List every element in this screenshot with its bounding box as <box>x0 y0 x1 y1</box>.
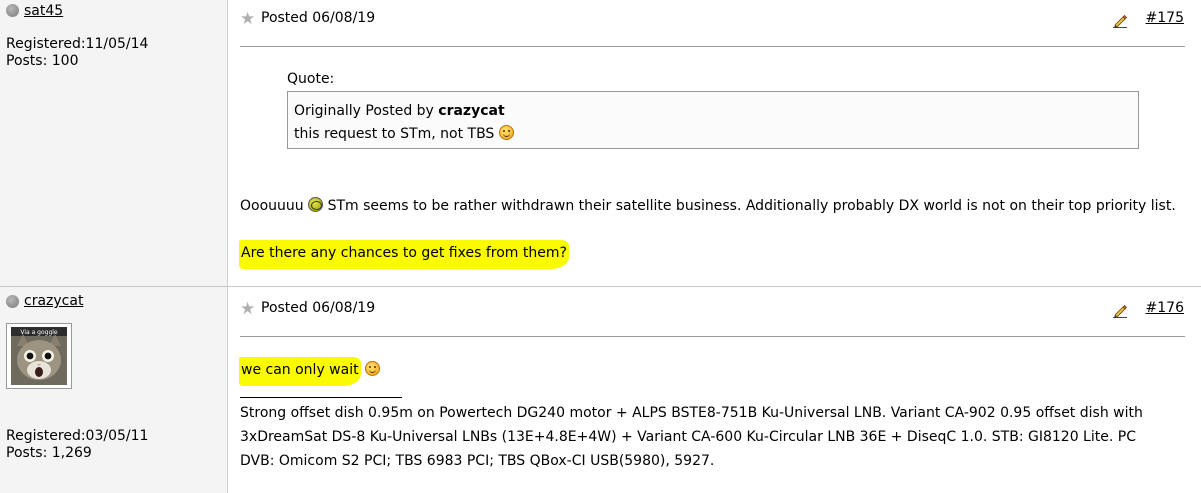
cat-avatar-image: Via a goggle <box>7 324 71 388</box>
post-content: ★ Posted 06/08/19 #175 Quote: Originally… <box>228 0 1201 286</box>
body-lead: Ooouuuu <box>240 198 304 214</box>
post-body-line: Ooouuuu STm seems to be rather withdrawn… <box>240 195 1176 218</box>
quote-author: crazycat <box>438 103 505 119</box>
post-body-question: Are there any chances to get fixes from … <box>239 240 569 269</box>
username-link[interactable]: crazycat <box>24 293 83 309</box>
edit-pencil-icon[interactable] <box>1112 302 1128 318</box>
user-meta: Registered:11/05/14 Posts: 100 <box>6 36 148 70</box>
quote-attribution: Originally Posted by crazycat <box>294 100 1132 123</box>
user-sidebar: sat45 Registered:11/05/14 Posts: 100 <box>0 0 228 286</box>
post-content: ★ Posted 06/08/19 #176 we can only wait … <box>228 287 1201 493</box>
post-176: crazycat Via a goggle Registered:03/05/1 <box>0 286 1201 493</box>
post-number-link[interactable]: #175 <box>1146 10 1184 26</box>
username-link[interactable]: sat45 <box>24 3 63 19</box>
registered-date: Registered:11/05/14 <box>6 36 149 52</box>
offline-status-icon <box>6 295 19 308</box>
post-count: Posts: 1,269 <box>6 445 92 461</box>
signature-divider <box>240 397 402 398</box>
post-body-line: we can only wait <box>239 357 381 386</box>
quote-prefix: Originally Posted by <box>294 103 439 119</box>
quote-text-line: this request to STm, not TBS <box>294 123 1132 146</box>
quote-label: Quote: <box>287 71 335 87</box>
signature: Strong offset dish 0.95m on Powertech DG… <box>240 401 1190 473</box>
posted-date: Posted 06/08/19 <box>261 10 376 26</box>
user-sidebar: crazycat Via a goggle Registered:03/05/1 <box>0 287 228 493</box>
highlighted-question: Are there any chances to get fixes from … <box>239 240 569 269</box>
quote-box: Originally Posted by crazycat this reque… <box>287 91 1139 149</box>
avatar-caption: Via a goggle <box>20 329 58 336</box>
highlighted-reply: we can only wait <box>239 357 361 386</box>
star-icon: ★ <box>240 299 256 319</box>
header-divider <box>240 46 1185 47</box>
body-main: STm seems to be rather withdrawn their s… <box>327 198 1176 214</box>
post-header: ★ Posted 06/08/19 #176 <box>240 298 1184 322</box>
smile-icon <box>498 125 514 140</box>
user-meta: Registered:03/05/11 Posts: 1,269 <box>6 428 148 462</box>
signature-line-1: Strong offset dish 0.95m on Powertech DG… <box>240 405 1143 421</box>
posted-date: Posted 06/08/19 <box>261 300 376 316</box>
dizzy-icon <box>308 197 324 212</box>
star-icon: ★ <box>240 9 256 29</box>
header-divider <box>240 336 1185 337</box>
avatar[interactable]: Via a goggle <box>6 323 72 389</box>
offline-status-icon <box>6 4 19 17</box>
registered-date: Registered:03/05/11 <box>6 428 149 444</box>
edit-pencil-icon[interactable] <box>1112 12 1128 28</box>
smile-icon <box>365 361 381 376</box>
post-header: ★ Posted 06/08/19 #175 <box>240 8 1184 32</box>
post-175: sat45 Registered:11/05/14 Posts: 100 ★ P… <box>0 0 1201 286</box>
signature-line-3: DVB: Omicom S2 PCI; TBS 6983 PCI; TBS QB… <box>240 453 715 469</box>
post-count: Posts: 100 <box>6 53 79 69</box>
quote-text: this request to STm, not TBS <box>294 126 495 142</box>
signature-line-2: 3xDreamSat DS-8 Ku-Universal LNBs (13E+4… <box>240 429 1136 445</box>
post-number-link[interactable]: #176 <box>1146 300 1184 316</box>
